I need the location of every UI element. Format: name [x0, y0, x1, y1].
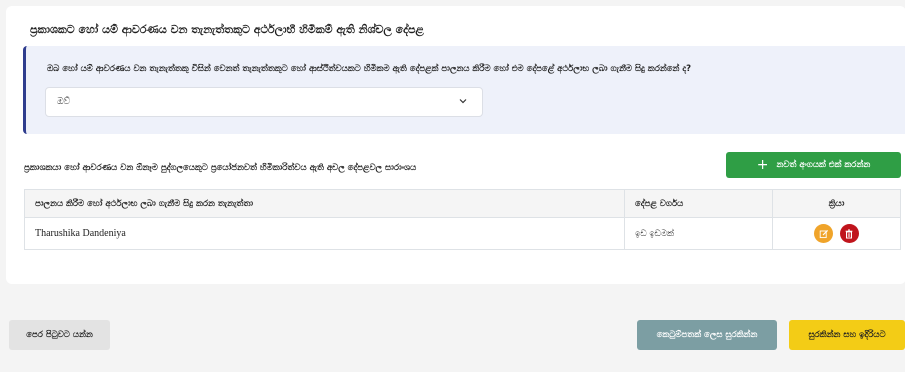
- save-and-continue-button[interactable]: සුරකින්න සහ ඉදිරියට: [789, 320, 905, 350]
- plus-icon: +: [756, 157, 769, 173]
- answer-select-value: ඔව්: [57, 97, 71, 107]
- summary-title: ප්‍රකාශකයා හෝ ආවරණය වන ඕනෑම පුද්ගලයෙකුට …: [24, 163, 417, 173]
- edit-icon: [819, 229, 828, 238]
- table-row: Tharushika Dandeniya ඉඩ ඉඩමක්: [24, 217, 901, 250]
- save-draft-button[interactable]: කෙටුම්පතක් ලෙස සුරකින්න: [637, 320, 777, 350]
- section-title: ප්‍රකාශකට හෝ යම් ආවරණය වන තැනැත්තකුට අර්…: [30, 23, 424, 36]
- delete-button[interactable]: [839, 224, 859, 243]
- chevron-down-icon: [459, 99, 467, 104]
- table-header-row: පාලනය කිරීම හෝ අර්ථලාභ ලබා ගැනීම සිදු කර…: [24, 189, 901, 218]
- question-text: ඔබ හෝ යම් ආවරණය වන තැනැත්තකු විසින් වෙනත…: [47, 64, 692, 74]
- property-card: ප්‍රකාශකට හෝ යම් ආවරණය වන තැනැත්තකුට අර්…: [6, 6, 905, 284]
- column-header-person: පාලනය කිරීම හෝ අර්ථලාභ ලබා ගැනීම සිදු කර…: [24, 189, 625, 218]
- answer-select[interactable]: ඔව්: [45, 87, 483, 117]
- question-panel: ඔබ හෝ යම් ආවරණය වන තැනැත්තකු විසින් වෙනත…: [23, 46, 905, 134]
- previous-page-button[interactable]: පෙර පිටුවට යන්න: [9, 320, 110, 350]
- add-item-button-label: නවත් අංගයක් එක් කරන්න: [776, 160, 871, 170]
- column-header-actions: ක්‍රියා: [772, 189, 901, 218]
- column-header-property-type: දේපළ වර්ගය: [624, 189, 773, 218]
- cell-property-type: ඉඩ ඉඩමක්: [624, 217, 773, 250]
- cell-actions: [772, 217, 901, 250]
- add-item-button[interactable]: + නවත් අංගයක් එක් කරන්න: [726, 152, 901, 178]
- edit-button[interactable]: [814, 224, 834, 243]
- property-table: පාලනය කිරීම හෝ අර්ථලාභ ලබා ගැනීම සිදු කර…: [24, 189, 901, 250]
- trash-icon: [845, 229, 853, 238]
- cell-person: Tharushika Dandeniya: [24, 217, 625, 250]
